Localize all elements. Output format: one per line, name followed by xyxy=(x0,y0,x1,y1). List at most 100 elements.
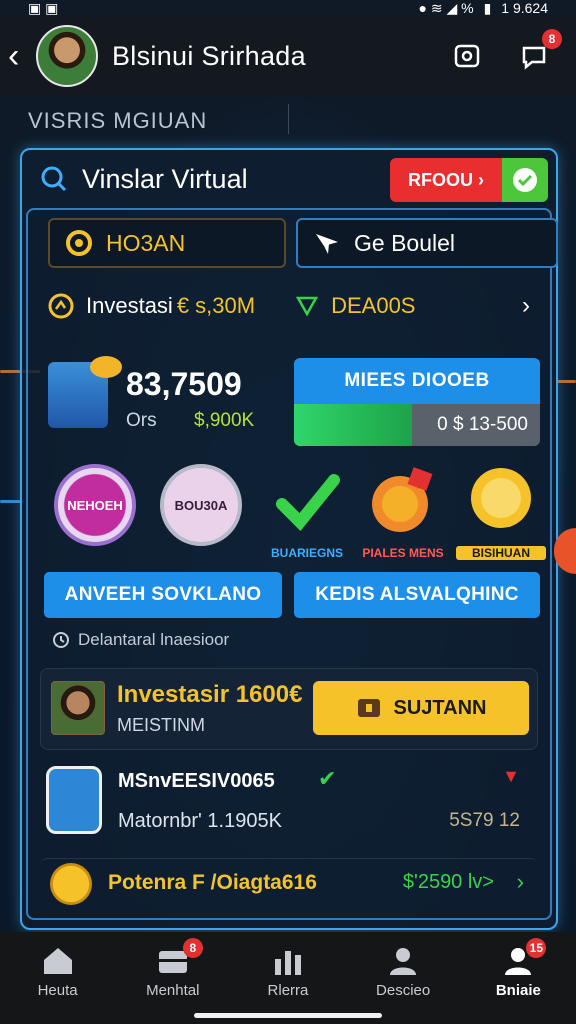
check-icon xyxy=(513,168,537,192)
tab-label: Ge Boulel xyxy=(354,229,456,256)
check-badge-icon xyxy=(276,474,340,531)
featured-subtitle: MEISTINM xyxy=(117,715,205,735)
section-label: VISRIS MGIUAN xyxy=(28,108,208,133)
panel-header: Vinslar Virtual RFOOU › xyxy=(22,150,556,208)
hint-text: Delantaral lnaesioor xyxy=(78,630,230,649)
gauge-icon xyxy=(48,293,74,319)
nav-label: Heuta xyxy=(37,982,78,999)
progress-card[interactable]: MIEES DIOOEB 0 $ 13-500 xyxy=(294,358,540,446)
anveeh-button[interactable]: ANVEEH SOVKLANO xyxy=(44,572,282,618)
scan-icon xyxy=(454,44,480,68)
page-title: Blsinui Srirhada xyxy=(112,40,306,71)
clock: 1 9.624 xyxy=(501,0,548,16)
nav-item-chest[interactable]: 8 Menhtal xyxy=(123,938,223,999)
deal-icon xyxy=(295,296,319,317)
nav-item-person[interactable]: Descieo xyxy=(353,944,453,999)
nav-item-home[interactable]: Heuta xyxy=(8,944,108,999)
invest-label: Investasi xyxy=(86,293,173,318)
reward-label: BISIHUAN xyxy=(456,546,546,560)
chevron-down-icon: ▼ xyxy=(502,766,520,786)
reward-item[interactable]: BISIHUAN xyxy=(456,464,546,560)
status-left-icons: ▣ ▣ xyxy=(28,0,59,16)
shield-icon xyxy=(46,766,102,834)
reward-item[interactable]: BUARIEGNS xyxy=(262,464,352,560)
home-indicator[interactable] xyxy=(194,1013,382,1018)
refund-button[interactable]: RFOOU › xyxy=(390,158,502,202)
nav-label: Menhtal xyxy=(146,982,200,999)
nav-label: Rlerra xyxy=(267,982,309,999)
circle-label: NEHOEH xyxy=(67,497,123,513)
coin-icon xyxy=(50,863,92,905)
balance-sub-value: $,900K xyxy=(194,410,255,431)
status-bar: ▣ ▣ ● ≋ ◢ % ▮ 1 9.624 xyxy=(0,0,576,16)
list-item[interactable]: MSnvEESIV0065 ✔ ▼ Matornbr' 1.1905K 5S79… xyxy=(40,760,538,850)
chart-icon xyxy=(238,944,338,978)
item-title: MSnvEESIV0065 xyxy=(118,770,275,792)
paper-plane-icon xyxy=(314,230,340,256)
tab-ge-boulel[interactable]: Ge Boulel xyxy=(296,218,558,268)
reward-label: BUARIEGNS xyxy=(270,546,343,560)
balance-sub-label: Ors xyxy=(126,410,157,431)
coin-icon xyxy=(66,230,92,256)
search-icon[interactable] xyxy=(40,165,68,193)
bottom-nav: Heuta 8 Menhtal Rlerra Descieo 15 Bniaie xyxy=(0,932,576,1024)
header-actions: 8 xyxy=(452,29,562,71)
check-icon: ✔ xyxy=(318,766,337,791)
content-frame: HO3AN Ge Boulel Investasi € s,30M DEA00S… xyxy=(26,208,558,920)
scan-button[interactable] xyxy=(452,41,482,71)
signal-icons: ● ≋ ◢ % xyxy=(418,0,474,16)
chest-icon xyxy=(123,944,223,978)
featured-title: Investasir 1600€ xyxy=(117,681,303,708)
reward-strip: NEHOEH BOU30A BUARIEGNS PIALES MENS BISI… xyxy=(48,464,546,564)
message-badge: 8 xyxy=(542,29,562,49)
circle-button-nehoeh[interactable]: NEHOEH xyxy=(54,464,136,546)
panel-title: Vinslar Virtual xyxy=(82,163,248,194)
light-ray xyxy=(556,380,576,383)
coin-stack-icon xyxy=(48,356,122,428)
avatar[interactable] xyxy=(36,25,98,87)
footer-row[interactable]: Potenra F /Oiagta616 $'2590 lv> › xyxy=(40,858,538,914)
main-panel: Vinslar Virtual RFOOU › HO3AN Ge Boulel … xyxy=(20,148,558,930)
invest-value: € s,30M xyxy=(176,293,256,318)
app-header: ‹ Blsinui Srirhada 8 xyxy=(0,16,576,96)
circle-button-bou30a[interactable]: BOU30A xyxy=(160,464,242,546)
divider xyxy=(288,104,289,134)
tab-label: HO3AN xyxy=(106,229,186,256)
cta-label: SUJTANN xyxy=(393,696,487,719)
person-icon xyxy=(353,944,453,978)
kedis-button[interactable]: KEDIS ALSVALQHINC xyxy=(294,572,540,618)
progress-fill xyxy=(294,404,413,446)
message-button[interactable]: 8 xyxy=(520,29,562,71)
chevron-right-icon: › xyxy=(522,292,530,319)
confirm-button[interactable] xyxy=(502,158,548,202)
balance-amount: 83,7509 xyxy=(126,366,242,402)
footer-title: Potenra F /Oiagta616 xyxy=(108,871,317,894)
item-value: 5S79 12 xyxy=(449,810,520,831)
chest-icon xyxy=(357,699,380,717)
nav-label: Bniaie xyxy=(495,982,541,999)
fire-coin-icon xyxy=(372,467,433,532)
nav-item-chart[interactable]: Rlerra xyxy=(238,944,338,999)
item-subtitle: Matornbr' 1.1905K xyxy=(118,810,282,832)
reward-label: PIALES MENS xyxy=(362,546,444,560)
nav-label: Descieo xyxy=(376,982,431,999)
status-right: ● ≋ ◢ % ▮ 1 9.624 xyxy=(418,0,548,17)
circle-label: BOU30A xyxy=(174,497,228,513)
tab-ho3an[interactable]: HO3AN xyxy=(48,218,286,268)
progress-title: MIEES DIOOEB xyxy=(294,358,540,404)
nav-item-profile[interactable]: 15 Bniaie xyxy=(468,938,568,999)
featured-card: Investasir 1600€ MEISTINM SUJTANN xyxy=(40,668,538,750)
invest-row[interactable]: Investasi € s,30M DEA00S › xyxy=(48,276,530,336)
nav-badge: 8 xyxy=(182,938,203,958)
featured-cta-button[interactable]: SUJTANN xyxy=(313,681,529,735)
progress-bar: 0 $ 13-500 xyxy=(294,404,540,446)
hint-row[interactable]: Delantaral lnaesioor xyxy=(52,630,229,650)
back-icon[interactable]: ‹ xyxy=(8,39,34,73)
reward-item[interactable]: PIALES MENS xyxy=(358,464,448,560)
featured-thumbnail xyxy=(51,681,105,735)
battery-icon: ▮ xyxy=(483,0,492,16)
home-icon xyxy=(8,944,108,978)
chevron-right-icon: › xyxy=(516,869,524,894)
profile-icon xyxy=(468,944,568,978)
footer-value: $'2590 lv> xyxy=(402,871,494,893)
